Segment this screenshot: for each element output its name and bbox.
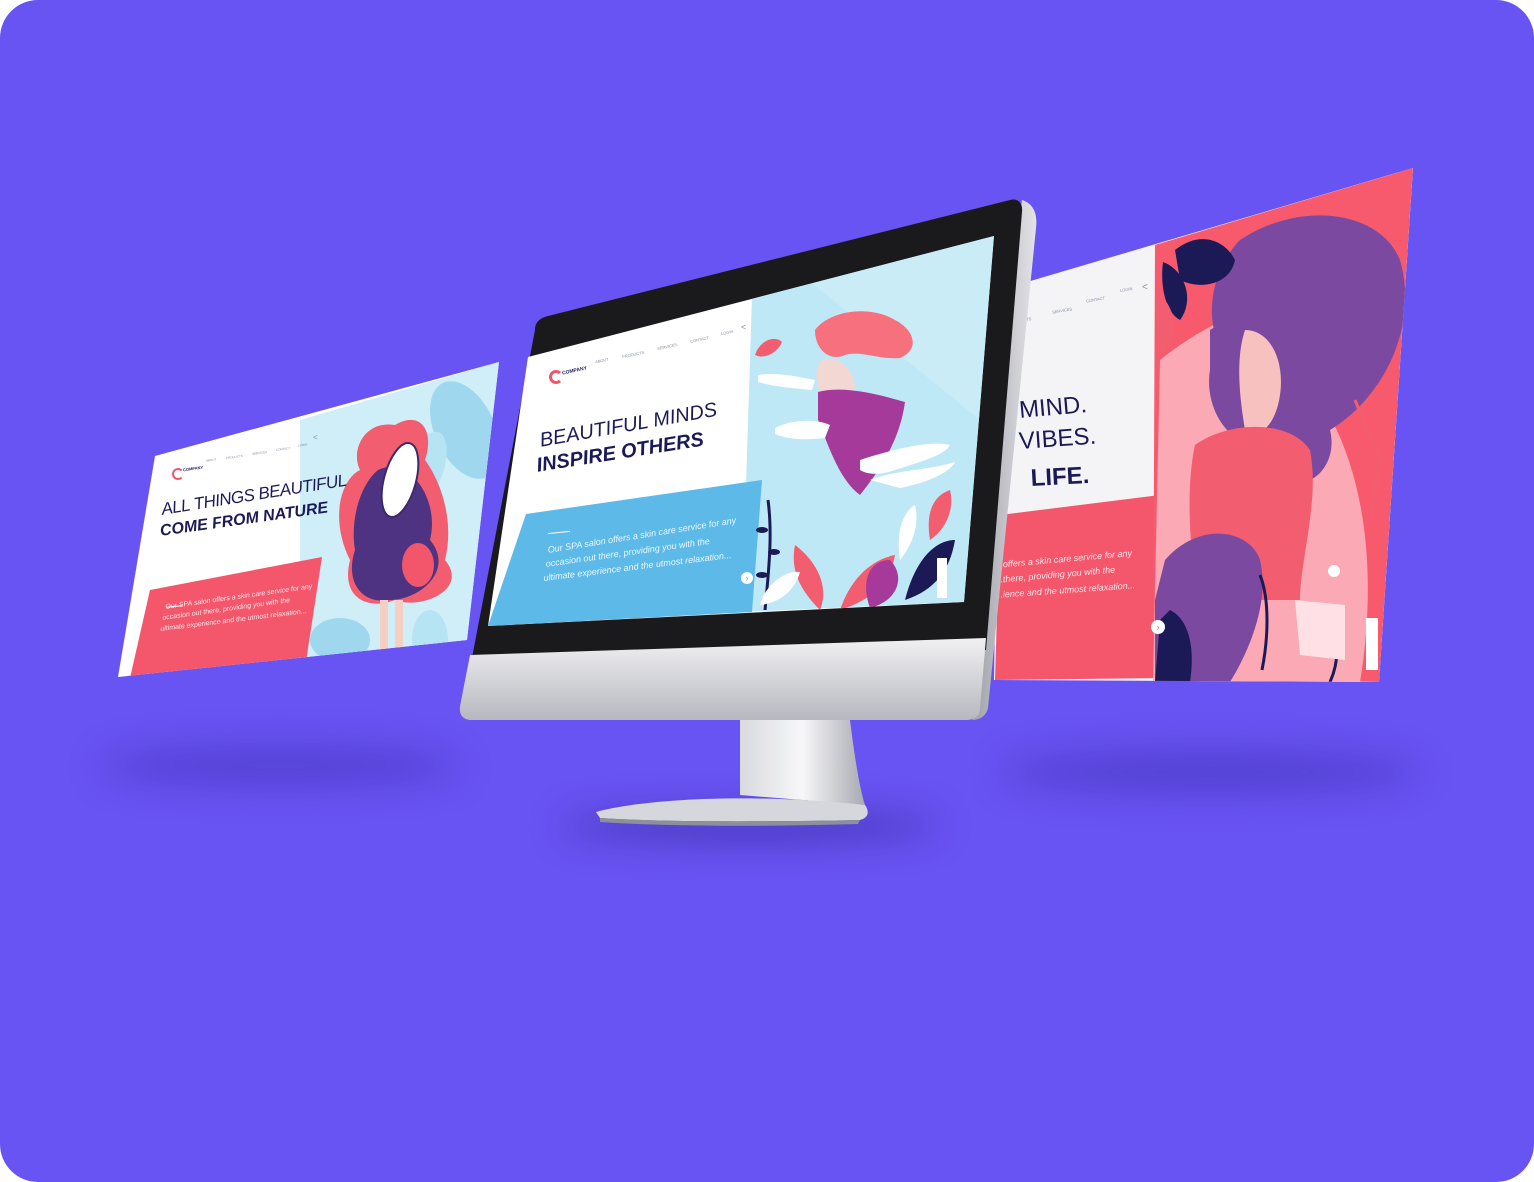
imac-monitor [459, 199, 1037, 826]
presentation-canvas: COMPANY ABOUT PRODUCTS SERVICES CONTACT … [0, 0, 1534, 1182]
